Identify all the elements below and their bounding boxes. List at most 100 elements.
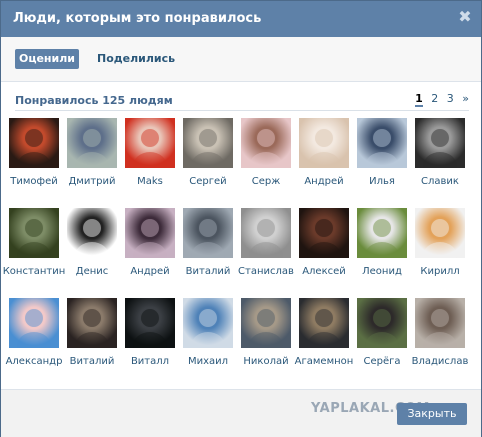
avatar[interactable]	[415, 298, 465, 348]
avatar-photo-icon	[75, 129, 109, 168]
avatar-photo-icon	[365, 219, 399, 258]
person-name[interactable]: Константин	[1, 266, 67, 277]
person-name[interactable]: Агамемнон	[291, 356, 357, 367]
person-card[interactable]: Кирилл	[411, 208, 469, 288]
tab-shared[interactable]: Поделились	[97, 49, 175, 69]
avatar[interactable]	[125, 118, 175, 168]
person-card[interactable]: Алексей	[295, 208, 353, 288]
person-card[interactable]: Славик	[411, 118, 469, 198]
avatar-photo-icon	[249, 129, 283, 168]
person-name[interactable]: Славик	[407, 176, 473, 187]
avatar[interactable]	[67, 208, 117, 258]
avatar[interactable]	[183, 298, 233, 348]
person-card[interactable]: Дмитрий	[63, 118, 121, 198]
avatar[interactable]	[241, 118, 291, 168]
avatar[interactable]	[9, 298, 59, 348]
person-name[interactable]: Леонид	[349, 266, 415, 277]
dialog-titlebar: Люди, которым это понравилось ✖	[1, 1, 481, 37]
close-icon[interactable]: ✖	[457, 9, 473, 25]
avatar-photo-icon	[191, 309, 225, 348]
person-name[interactable]: Тимофей	[1, 176, 67, 187]
likes-summary-row: Понравилось 125 людям 1 2 3 »	[15, 92, 469, 111]
avatar[interactable]	[9, 208, 59, 258]
person-name[interactable]: Денис	[59, 266, 125, 277]
avatar[interactable]	[357, 208, 407, 258]
person-name[interactable]: Виталл	[117, 356, 183, 367]
person-card[interactable]: Андрей	[295, 118, 353, 198]
person-card[interactable]: Денис	[63, 208, 121, 288]
person-card[interactable]: Серж	[237, 118, 295, 198]
person-card[interactable]: Виталл	[121, 298, 179, 378]
avatar[interactable]	[415, 208, 465, 258]
person-card[interactable]: Станислав	[237, 208, 295, 288]
person-card[interactable]: Владислав	[411, 298, 469, 378]
likes-dialog: Люди, которым это понравилось ✖ Оценили …	[0, 0, 482, 437]
avatar[interactable]	[241, 208, 291, 258]
person-name[interactable]: Андрей	[117, 266, 183, 277]
person-name[interactable]: Сергей	[175, 176, 241, 187]
page-3-link[interactable]: 3	[447, 92, 454, 105]
person-card[interactable]: Тимофей	[5, 118, 63, 198]
avatar-photo-icon	[17, 309, 51, 348]
avatar[interactable]	[241, 298, 291, 348]
avatar[interactable]	[67, 118, 117, 168]
avatar[interactable]	[9, 118, 59, 168]
avatar[interactable]	[125, 298, 175, 348]
person-name[interactable]: Михаил	[175, 356, 241, 367]
person-card[interactable]: Константин	[3, 208, 65, 288]
person-card[interactable]: Виталий	[179, 208, 237, 288]
page-2-link[interactable]: 2	[431, 92, 438, 105]
avatar[interactable]	[357, 118, 407, 168]
person-card[interactable]: Серёга	[353, 298, 411, 378]
person-name[interactable]: Андрей	[291, 176, 357, 187]
person-name[interactable]: Кирилл	[407, 266, 473, 277]
person-card[interactable]: Илья	[353, 118, 411, 198]
person-name[interactable]: Николай	[233, 356, 299, 367]
avatar[interactable]	[415, 118, 465, 168]
avatar-photo-icon	[133, 219, 167, 258]
person-card[interactable]: Михаил	[179, 298, 237, 378]
person-name[interactable]: Maks	[117, 176, 183, 187]
avatar-photo-icon	[307, 219, 341, 258]
next-page-link[interactable]: »	[462, 92, 469, 105]
avatar-photo-icon	[423, 219, 457, 258]
person-name[interactable]: Владислав	[407, 356, 473, 367]
person-card[interactable]: Сергей	[179, 118, 237, 198]
person-card[interactable]: Maks	[121, 118, 179, 198]
person-card[interactable]: Агамемнон	[295, 298, 353, 378]
page-1-link[interactable]: 1	[415, 92, 423, 107]
person-name[interactable]: Александр	[1, 356, 67, 367]
person-name[interactable]: Виталий	[59, 356, 125, 367]
avatar-photo-icon	[365, 309, 399, 348]
avatar[interactable]	[67, 298, 117, 348]
avatar-photo-icon	[133, 309, 167, 348]
tabs-bar: Оценили Поделились	[1, 37, 481, 82]
person-card[interactable]: Леонид	[353, 208, 411, 288]
pagination: 1 2 3 »	[410, 92, 469, 107]
avatar[interactable]	[183, 208, 233, 258]
person-name[interactable]: Илья	[349, 176, 415, 187]
close-button[interactable]: Закрыть	[397, 403, 467, 425]
person-name[interactable]: Дмитрий	[59, 176, 125, 187]
likes-count-label: Понравилось 125 людям	[15, 94, 173, 107]
person-name[interactable]: Станислав	[233, 266, 299, 277]
person-name[interactable]: Виталий	[175, 266, 241, 277]
person-card[interactable]: Николай	[237, 298, 295, 378]
avatar-photo-icon	[191, 129, 225, 168]
avatar[interactable]	[125, 208, 175, 258]
person-card[interactable]: Виталий	[63, 298, 121, 378]
avatar[interactable]	[299, 208, 349, 258]
person-card[interactable]: Александр	[5, 298, 63, 378]
person-name[interactable]: Алексей	[291, 266, 357, 277]
person-name[interactable]: Серж	[233, 176, 299, 187]
avatar[interactable]	[299, 298, 349, 348]
avatar[interactable]	[299, 118, 349, 168]
avatar-photo-icon	[17, 129, 51, 168]
person-card[interactable]: Андрей	[121, 208, 179, 288]
person-name[interactable]: Серёга	[349, 356, 415, 367]
dialog-footer: YAPLAKAL.COM Закрыть	[1, 389, 481, 437]
avatar-photo-icon	[249, 219, 283, 258]
avatar[interactable]	[183, 118, 233, 168]
avatar[interactable]	[357, 298, 407, 348]
tab-rated[interactable]: Оценили	[15, 49, 79, 69]
